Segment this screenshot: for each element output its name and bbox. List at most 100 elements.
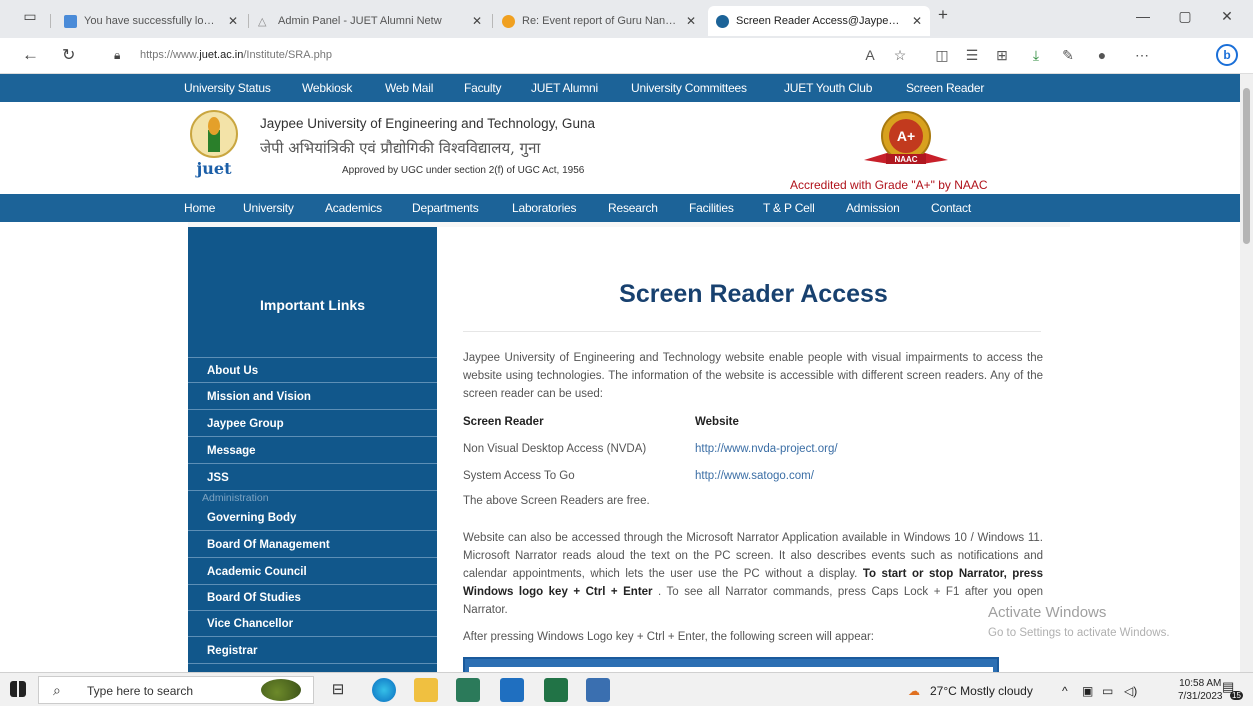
sidebar-item-vice-chancellor[interactable]: Vice Chancellor — [188, 611, 437, 637]
mail-icon[interactable] — [500, 678, 524, 702]
tab-3-close-icon[interactable]: ✕ — [686, 14, 696, 28]
topnav-webkiosk[interactable]: Webkiosk — [302, 81, 352, 95]
nav-tp-cell[interactable]: T & P Cell — [763, 201, 815, 215]
restore-icon[interactable]: ▢ — [1170, 8, 1200, 25]
nav-departments[interactable]: Departments — [412, 201, 479, 215]
nav-research[interactable]: Research — [608, 201, 658, 215]
tab-1-favicon-icon — [64, 14, 77, 28]
read-aloud-icon[interactable]: A — [860, 47, 880, 63]
address-bar-row: ← ↻ 🔒︎ https://www.juet.ac.in/Institute/… — [0, 38, 1253, 74]
downloads-icon[interactable]: ⤓ — [1026, 47, 1046, 64]
clock-date: 7/31/2023 — [1178, 691, 1223, 702]
topnav-youth-club[interactable]: JUET Youth Club — [784, 81, 872, 95]
topnav-webmail[interactable]: Web Mail — [385, 81, 433, 95]
new-tab-icon[interactable]: + — [928, 5, 958, 25]
sidebar-item-about-us[interactable]: About Us — [188, 357, 437, 383]
main-content: Screen Reader Access Jaypee University o… — [437, 227, 1070, 672]
network-icon[interactable]: ▣ — [1082, 684, 1093, 698]
more-menu-icon[interactable]: ⋯ — [1132, 47, 1152, 64]
nav-university[interactable]: University — [243, 201, 294, 215]
university-name-english: Jaypee University of Engineering and Tec… — [260, 116, 595, 131]
sidebar-item-jaypee-group[interactable]: Jaypee Group — [188, 411, 437, 437]
system-clock[interactable]: 10:58 AM 7/31/2023 — [1178, 677, 1223, 703]
excel-icon[interactable] — [544, 678, 568, 702]
sidebar-item-board-studies[interactable]: Board Of Studies — [188, 585, 437, 611]
nav-home[interactable]: Home — [184, 201, 215, 215]
nav-laboratories[interactable]: Laboratories — [512, 201, 577, 215]
reader-table-header: Screen Reader Website — [463, 416, 739, 428]
tab-2-close-icon[interactable]: ✕ — [472, 14, 482, 28]
display-icon[interactable]: ▭ — [1102, 684, 1113, 698]
tab-2[interactable]: △ Admin Panel - JUET Alumni Netw ✕ — [250, 6, 490, 36]
sidebar-item-academic-council[interactable]: Academic Council — [188, 559, 437, 585]
lock-icon[interactable]: 🔒︎ — [114, 48, 120, 63]
col-website: Website — [695, 416, 739, 428]
browser-tab-bar: ▭ You have successfully logged on. ✕ △ A… — [0, 0, 1253, 38]
store-icon[interactable] — [456, 678, 480, 702]
sidebar-heading: Important Links — [259, 297, 365, 313]
scrollbar-thumb[interactable] — [1243, 88, 1250, 244]
tab-1-close-icon[interactable]: ✕ — [228, 14, 238, 28]
topnav-juet-alumni[interactable]: JUET Alumni — [531, 81, 598, 95]
split-screen-icon[interactable]: ◫ — [932, 47, 952, 64]
minimize-icon[interactable]: — — [1128, 8, 1158, 24]
sidebar-item-board-management[interactable]: Board Of Management — [188, 532, 437, 558]
tab-4-close-icon[interactable]: ✕ — [912, 14, 922, 28]
search-icon: ⌕ — [53, 682, 61, 698]
windows-start-icon[interactable] — [10, 681, 26, 697]
nav-admission[interactable]: Admission — [846, 201, 900, 215]
tab-actions-icon[interactable]: ▭ — [15, 8, 45, 25]
top-nav: University Status Webkiosk Web Mail Facu… — [0, 74, 1240, 102]
nav-facilities[interactable]: Facilities — [689, 201, 734, 215]
weather-icon[interactable]: ☁ — [908, 684, 920, 698]
weather-text[interactable]: 27°C Mostly cloudy — [930, 684, 1033, 698]
refresh-icon[interactable]: ↻ — [62, 45, 75, 65]
favorites-icon[interactable]: ☰ — [962, 47, 982, 64]
edge-browser-icon[interactable] — [372, 678, 396, 702]
activate-windows-hint: Go to Settings to activate Windows. — [988, 627, 1170, 639]
ugc-approval-text: Approved by UGC under section 2(f) of UG… — [342, 165, 585, 176]
reader-link-satogo[interactable]: http://www.satogo.com/ — [695, 470, 814, 482]
taskbar-search-box[interactable]: ⌕ Type here to search — [38, 676, 314, 704]
activate-windows-watermark: Activate Windows — [988, 604, 1107, 621]
collections-icon[interactable]: ⊞ — [992, 47, 1012, 64]
page-scrollbar[interactable] — [1240, 74, 1253, 672]
file-explorer-icon[interactable] — [414, 678, 438, 702]
nav-contact[interactable]: Contact — [931, 201, 971, 215]
nav-academics[interactable]: Academics — [325, 201, 382, 215]
extension-icon[interactable]: ✎ — [1058, 47, 1078, 64]
topnav-university-status[interactable]: University Status — [184, 81, 271, 95]
free-note: The above Screen Readers are free. — [463, 495, 650, 507]
intro-paragraph: Jaypee University of Engineering and Tec… — [463, 352, 1043, 400]
back-icon[interactable]: ← — [22, 45, 39, 65]
topnav-screen-reader[interactable]: Screen Reader — [906, 81, 984, 95]
sidebar-item-mission-vision[interactable]: Mission and Vision — [188, 384, 437, 410]
university-name-hindi: जेपी अभियांत्रिकी एवं प्रौद्योगिकी विश्व… — [260, 139, 541, 157]
sidebar-item-message[interactable]: Message — [188, 438, 437, 464]
tab-2-favicon-icon: △ — [258, 15, 267, 28]
favorite-star-icon[interactable]: ☆ — [890, 47, 910, 64]
sidebar-section-administration: Administration — [202, 492, 269, 504]
profile-icon[interactable]: ● — [1092, 47, 1112, 63]
task-view-icon[interactable]: ⊟ — [326, 678, 350, 702]
windows-taskbar: ⌕ Type here to search ⊟ ☁ 27°C Mostly cl… — [0, 672, 1253, 706]
url-field[interactable]: https://www.juet.ac.in/Institute/SRA.php — [140, 49, 332, 61]
volume-icon[interactable]: ◁) — [1124, 684, 1137, 698]
sidebar-item-jss[interactable]: JSS — [188, 465, 437, 491]
reader-row: Non Visual Desktop Access (NVDA) http://… — [463, 443, 838, 455]
topnav-university-committees[interactable]: University Committees — [631, 81, 747, 95]
topnav-faculty[interactable]: Faculty — [464, 81, 501, 95]
sidebar-item-registrar[interactable]: Registrar — [188, 638, 437, 664]
close-window-icon[interactable]: ✕ — [1212, 8, 1242, 25]
tray-chevron-icon[interactable]: ^ — [1062, 684, 1068, 698]
reader-link-nvda[interactable]: http://www.nvda-project.org/ — [695, 443, 838, 455]
app-icon[interactable] — [586, 678, 610, 702]
tab-1[interactable]: You have successfully logged on. ✕ — [56, 6, 246, 36]
juet-logo[interactable]: juet — [186, 108, 242, 180]
reader-name: Non Visual Desktop Access (NVDA) — [463, 443, 647, 455]
tab-3[interactable]: Re: Event report of Guru Nanak Ja ✕ — [494, 6, 704, 36]
tab-4-active[interactable]: Screen Reader Access@Jaypee U ✕ — [708, 6, 930, 36]
tab-3-favicon-icon — [502, 14, 515, 28]
bing-chat-icon[interactable]: b — [1216, 44, 1238, 66]
sidebar-item-governing-body[interactable]: Governing Body — [188, 505, 437, 531]
